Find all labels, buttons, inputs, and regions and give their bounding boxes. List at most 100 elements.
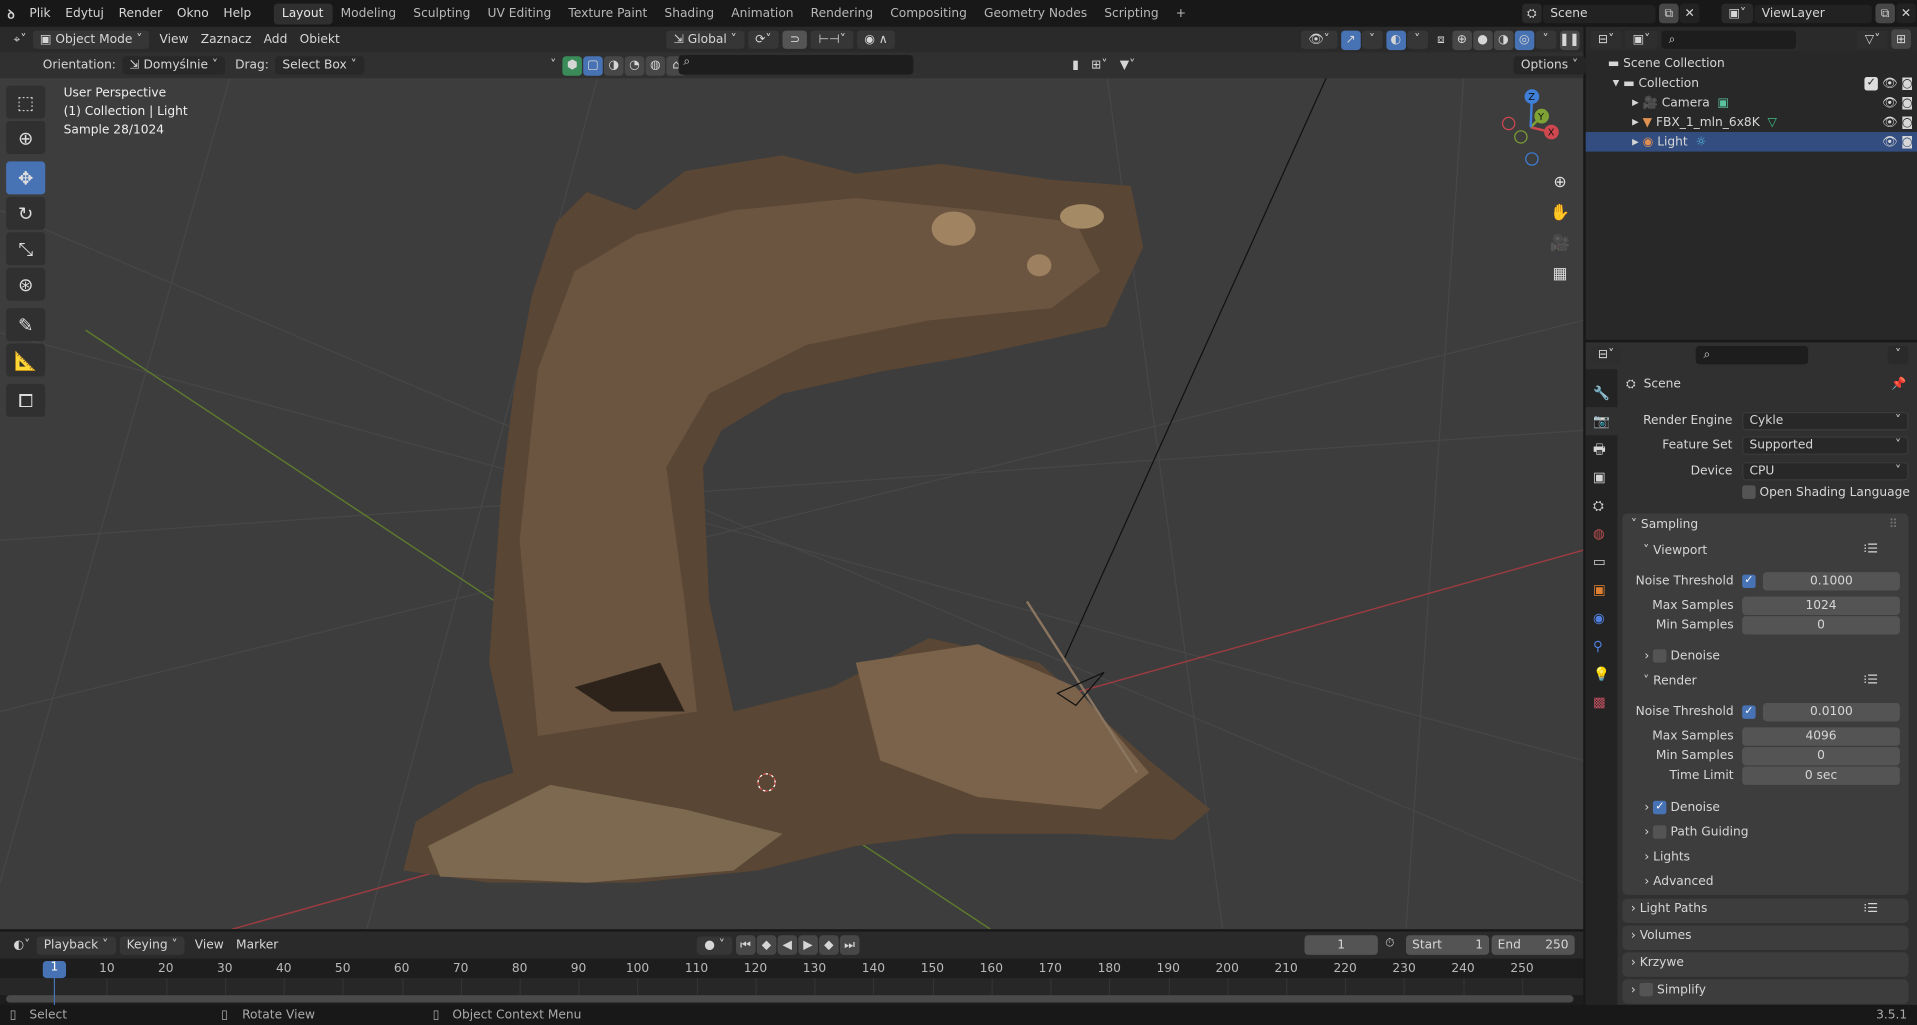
gizmo-neg-z[interactable] bbox=[1525, 152, 1539, 166]
gizmo-dropdown[interactable]: ˅ bbox=[1361, 30, 1383, 49]
render-denoise-checkbox[interactable]: ✓ bbox=[1653, 800, 1667, 815]
light-paths-header[interactable]: › Light Paths bbox=[1631, 902, 1707, 915]
overlays-dropdown[interactable]: ˅ bbox=[1406, 30, 1428, 49]
gizmo-toggle[interactable]: ↗ bbox=[1340, 29, 1361, 50]
shading-dropdown[interactable]: ˅ bbox=[1535, 30, 1556, 49]
end-frame-field[interactable]: End 250 bbox=[1491, 935, 1575, 955]
menu-add[interactable]: Add bbox=[258, 33, 294, 46]
scale-tool[interactable]: ⤡ bbox=[6, 232, 46, 266]
start-frame-field[interactable]: Start 1 bbox=[1405, 935, 1490, 955]
presets-list-icon[interactable]: ⁝☰ bbox=[1863, 902, 1878, 915]
render-camera-icon[interactable]: ◙ bbox=[1901, 96, 1913, 109]
eye-icon[interactable]: 👁 bbox=[1882, 76, 1898, 89]
new-view-layer-icon[interactable]: ⧉ bbox=[1875, 3, 1895, 24]
jump-start-icon[interactable]: ⏮ bbox=[735, 935, 756, 955]
timeline-editor-type-icon[interactable]: ◐˅ bbox=[7, 938, 36, 951]
annotate-tool[interactable]: ✎ bbox=[6, 308, 46, 342]
viewport-max-samples-field[interactable]: 1024 bbox=[1742, 596, 1900, 615]
expand-arrow-icon[interactable]: ▶ bbox=[1632, 117, 1639, 127]
constraints-tab-icon[interactable]: ⚲ bbox=[1593, 632, 1610, 660]
object-data-tab-icon[interactable]: 💡 bbox=[1593, 660, 1610, 688]
outliner-item-fbx[interactable]: ▶ ▼ FBX_1_mln_6x8K ▽ 👁 ◙ bbox=[1586, 112, 1917, 132]
bookmark-icon[interactable]: ▮ bbox=[1066, 59, 1085, 72]
view-layer-tab-icon[interactable]: ▣ bbox=[1593, 463, 1610, 491]
properties-search-input[interactable]: ⌕ bbox=[1696, 345, 1809, 364]
blender-logo-icon[interactable]: ꝺ bbox=[0, 5, 22, 22]
viewport-denoise-row[interactable]: › Denoise bbox=[1644, 649, 1720, 663]
wireframe-shading-button[interactable]: ⊕ bbox=[1452, 29, 1472, 50]
solid-shading-button[interactable]: ● bbox=[1472, 29, 1493, 50]
zoom-icon[interactable]: ⊕ bbox=[1547, 169, 1574, 196]
menu-view[interactable]: View bbox=[153, 33, 194, 46]
outliner-collection[interactable]: ▼ ▬ Collection ✓ 👁 ◙ bbox=[1586, 73, 1917, 93]
measure-tool[interactable]: 📐 bbox=[6, 343, 46, 377]
stopwatch-icon[interactable]: ⏱ bbox=[1385, 936, 1395, 949]
collapse-icon[interactable]: ˅ bbox=[544, 59, 562, 72]
view-layer-mode-dropdown[interactable]: ▣˅ bbox=[1625, 29, 1658, 49]
feature-set-dropdown[interactable]: Supported ˅ bbox=[1742, 436, 1909, 455]
navigation-gizmo[interactable]: X Y Z bbox=[1492, 86, 1570, 169]
simplify-header[interactable]: › Simplify bbox=[1631, 982, 1706, 997]
collection-tab-icon[interactable]: ▭ bbox=[1593, 548, 1610, 576]
menu-zaznacz[interactable]: Zaznacz bbox=[195, 33, 258, 46]
display-mode-dropdown[interactable]: ⊟˅ bbox=[1590, 29, 1622, 49]
new-scene-icon[interactable]: ⧉ bbox=[1659, 3, 1679, 24]
new-collection-icon[interactable]: ⊞ bbox=[1891, 29, 1911, 49]
world-filter-icon[interactable]: ◍ bbox=[645, 55, 666, 76]
tab-scripting[interactable]: Scripting bbox=[1096, 3, 1167, 24]
render-noise-checkbox[interactable]: ✓ bbox=[1742, 705, 1756, 719]
outliner-scene-collection[interactable]: ▬ Scene Collection bbox=[1586, 54, 1917, 74]
options-dropdown[interactable]: Options ˅ bbox=[1513, 56, 1586, 75]
sphere-filter-icon[interactable]: ◑ bbox=[603, 55, 624, 76]
drag-handle-icon[interactable]: ⠿ bbox=[1889, 518, 1898, 531]
playback-dropdown[interactable]: Playback ˅ bbox=[36, 935, 116, 955]
path-guiding-row[interactable]: › Path Guiding bbox=[1644, 825, 1749, 839]
tab-layout[interactable]: Layout bbox=[273, 3, 333, 24]
delete-view-layer-icon[interactable]: ✕ bbox=[1896, 3, 1916, 24]
menu-okno[interactable]: Okno bbox=[169, 7, 216, 20]
outliner-filter-dropdown[interactable]: ▽˅ bbox=[1857, 29, 1888, 49]
eye-icon[interactable]: 👁 bbox=[1882, 116, 1898, 129]
auto-keying-toggle[interactable]: ● ˅ bbox=[696, 935, 733, 955]
render-denoise-row[interactable]: › ✓ Denoise bbox=[1644, 800, 1720, 815]
sampling-header[interactable]: ˅ Sampling bbox=[1631, 518, 1698, 531]
move-tool[interactable]: ✥ bbox=[6, 161, 46, 195]
visibility-dropdown[interactable]: 👁˅ bbox=[1300, 30, 1338, 49]
outliner-item-light[interactable]: ▶ ◉ Light ☼ 👁 ◙ bbox=[1585, 132, 1917, 152]
menu-obiekt[interactable]: Obiekt bbox=[293, 33, 345, 46]
eye-icon[interactable]: 👁 bbox=[1882, 96, 1898, 109]
physics-tab-icon[interactable]: ◉ bbox=[1593, 604, 1610, 632]
light-filter-icon[interactable]: ◔ bbox=[624, 55, 645, 76]
tool-tab-icon[interactable]: 🔧 bbox=[1593, 379, 1610, 407]
play-reverse-icon[interactable]: ◀ bbox=[777, 935, 798, 955]
expand-arrow-icon[interactable]: ▶ bbox=[1632, 137, 1639, 147]
orientation-dropdown[interactable]: ⇲ Domyślnie ˅ bbox=[122, 56, 226, 75]
tab-modeling[interactable]: Modeling bbox=[332, 3, 405, 24]
transform-orientation-dropdown[interactable]: ⇲ Global ˅ bbox=[666, 30, 745, 49]
pan-hand-icon[interactable]: ✋ bbox=[1547, 199, 1574, 226]
menu-render[interactable]: Render bbox=[111, 7, 169, 20]
simplify-checkbox[interactable] bbox=[1639, 982, 1654, 997]
tab-rendering[interactable]: Rendering bbox=[802, 3, 882, 24]
render-max-samples-field[interactable]: 4096 bbox=[1742, 727, 1900, 746]
rendered-shading-button[interactable]: ◎ bbox=[1514, 29, 1534, 50]
viewport-denoise-checkbox[interactable] bbox=[1653, 649, 1667, 663]
filter-dropdown[interactable]: ▼˅ bbox=[1114, 59, 1142, 72]
keying-dropdown[interactable]: Keying ˅ bbox=[119, 935, 186, 955]
select-box-tool[interactable]: ⬚ bbox=[6, 85, 46, 119]
eye-icon[interactable]: 👁 bbox=[1882, 135, 1898, 148]
menu-edytuj[interactable]: Edytuj bbox=[58, 7, 111, 20]
render-camera-icon[interactable]: ◙ bbox=[1901, 135, 1913, 148]
world-tab-icon[interactable]: ◍ bbox=[1593, 520, 1610, 548]
expand-arrow-icon[interactable]: ▼ bbox=[1613, 78, 1620, 88]
volumes-header[interactable]: › Volumes bbox=[1631, 929, 1692, 942]
menu-help[interactable]: Help bbox=[216, 7, 259, 20]
viewport-min-samples-field[interactable]: 0 bbox=[1742, 616, 1900, 635]
object-tab-icon[interactable]: ▣ bbox=[1593, 576, 1610, 604]
lights-subpanel[interactable]: › Lights bbox=[1644, 851, 1690, 864]
render-camera-icon[interactable]: ◙ bbox=[1901, 116, 1913, 129]
gizmo-neg-y[interactable] bbox=[1514, 130, 1528, 144]
add-cube-tool[interactable]: ⧠ bbox=[6, 383, 46, 417]
expand-arrow-icon[interactable]: ▶ bbox=[1632, 98, 1639, 108]
time-limit-field[interactable]: 0 sec bbox=[1742, 766, 1900, 785]
